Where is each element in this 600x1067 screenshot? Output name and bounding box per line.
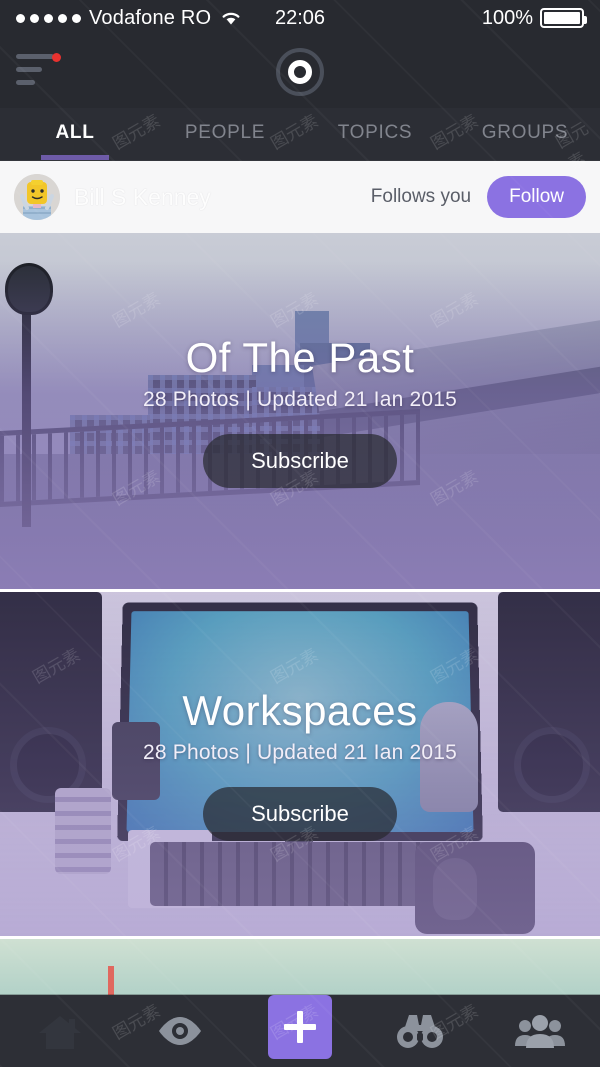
card-meta: 28 Photos | Updated 21 Ian 2015: [142, 388, 458, 411]
battery-icon: [540, 8, 587, 28]
tab-groups[interactable]: GROUPS: [450, 108, 600, 160]
status-bar-left: Vodafone RO: [16, 7, 241, 30]
tab-all[interactable]: ALL: [0, 108, 150, 160]
home-icon: [37, 1011, 83, 1051]
wifi-icon: [221, 10, 241, 26]
battery-percentage: 100%: [481, 6, 533, 29]
feed-list[interactable]: Of The Past 28 Photos | Updated 21 Ian 2…: [0, 233, 600, 1067]
card-title: Of The Past: [185, 334, 415, 381]
status-bar: Vodafone RO 22:06 100%: [0, 0, 600, 36]
card-title: Workspaces: [182, 687, 418, 734]
user-suggestion-row[interactable]: Bill S Kenney Follows you Follow: [0, 161, 600, 233]
follows-you-label: Follows you: [370, 186, 472, 207]
status-bar-right: 100%: [481, 6, 587, 30]
collection-card-of-the-past[interactable]: Of The Past 28 Photos | Updated 21 Ian 2…: [0, 233, 600, 589]
collection-card-workspaces[interactable]: Workspaces 28 Photos | Updated 21 Ian 20…: [0, 589, 600, 936]
bottom-navigation-bar: [0, 995, 600, 1067]
lego-minifigure-avatar: [14, 174, 60, 220]
follow-button[interactable]: Follow: [487, 176, 586, 218]
notification-dot-icon: [52, 53, 61, 62]
binoculars-icon: [396, 1012, 444, 1050]
nav-watch[interactable]: [120, 995, 240, 1067]
people-group-icon: [514, 1014, 566, 1048]
tab-bar: ALL PEOPLE TOPICS GROUPS: [0, 108, 600, 161]
app-logo-ring-icon[interactable]: [276, 48, 324, 96]
carrier-name: Vodafone RO: [89, 6, 212, 29]
hamburger-menu-icon[interactable]: [16, 53, 68, 90]
app-header: [0, 36, 600, 108]
card-meta: 28 Photos | Updated 21 Ian 2015: [142, 741, 458, 764]
nav-add[interactable]: [240, 995, 360, 1067]
subscribe-button[interactable]: Subscribe: [203, 434, 397, 488]
nav-discover[interactable]: [360, 995, 480, 1067]
eye-icon: [157, 1015, 203, 1047]
tab-topics[interactable]: TOPICS: [300, 108, 450, 160]
card-content-of-the-past: Of The Past 28 Photos | Updated 21 Ian 2…: [0, 233, 600, 589]
nav-groups[interactable]: [480, 995, 600, 1067]
subscribe-button[interactable]: Subscribe: [203, 787, 397, 841]
signal-strength-icon: [16, 13, 81, 23]
user-name: Bill S Kenney: [74, 183, 211, 210]
tab-people[interactable]: PEOPLE: [150, 108, 300, 160]
card-content-workspaces: Workspaces 28 Photos | Updated 21 Ian 20…: [0, 592, 600, 936]
plus-icon[interactable]: [268, 995, 332, 1059]
app-screen: Vodafone RO 22:06 100% ALL PEOPLE TOPICS…: [0, 0, 600, 1067]
nav-home[interactable]: [0, 995, 120, 1067]
